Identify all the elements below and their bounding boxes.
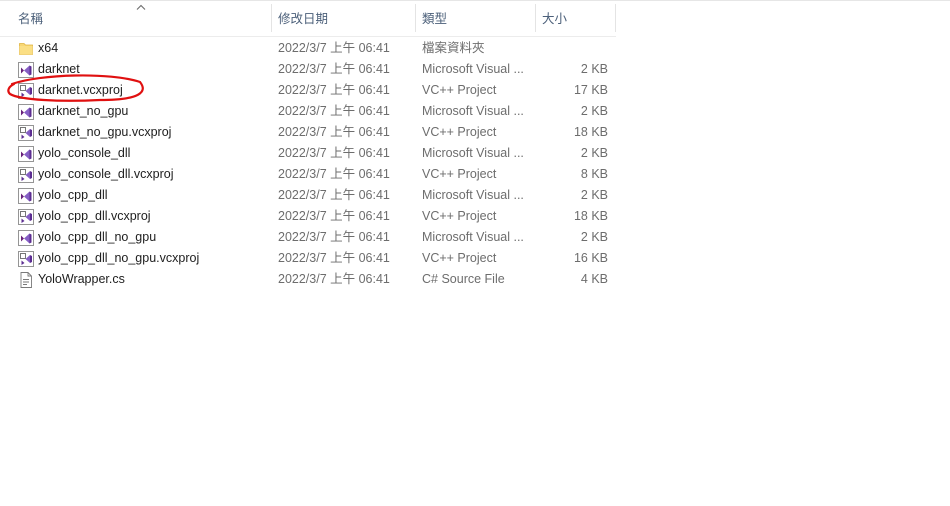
file-type: C# Source File xyxy=(422,272,505,286)
file-date: 2022/3/7 上午 06:41 xyxy=(278,188,390,202)
file-size: 18 KB xyxy=(573,209,608,223)
vcxproj-icon xyxy=(18,209,34,225)
visual-studio-solution-icon xyxy=(18,146,34,162)
file-date: 2022/3/7 上午 06:41 xyxy=(278,104,390,118)
file-size: 2 KB xyxy=(580,104,608,118)
file-type: Microsoft Visual ... xyxy=(422,188,524,202)
sort-ascending-icon xyxy=(136,4,146,10)
file-date: 2022/3/7 上午 06:41 xyxy=(278,167,390,181)
file-name: darknet_no_gpu.vcxproj xyxy=(38,125,172,139)
file-name: yolo_cpp_dll.vcxproj xyxy=(38,209,151,223)
file-date: 2022/3/7 上午 06:41 xyxy=(278,83,390,97)
file-size: 4 KB xyxy=(580,272,608,286)
file-name: YoloWrapper.cs xyxy=(38,272,125,286)
file-row[interactable]: YoloWrapper.cs 2022/3/7 上午 06:41 C# Sour… xyxy=(0,269,616,290)
visual-studio-solution-icon xyxy=(18,188,34,204)
column-divider[interactable] xyxy=(615,4,616,32)
file-name: yolo_console_dll xyxy=(38,146,131,160)
file-row[interactable]: yolo_cpp_dll_no_gpu 2022/3/7 上午 06:41 Mi… xyxy=(0,227,616,248)
file-date: 2022/3/7 上午 06:41 xyxy=(278,251,390,265)
file-size: 18 KB xyxy=(573,125,608,139)
file-date: 2022/3/7 上午 06:41 xyxy=(278,125,390,139)
file-row[interactable]: darknet.vcxproj 2022/3/7 上午 06:41 VC++ P… xyxy=(0,80,616,101)
file-size: 17 KB xyxy=(573,83,608,97)
file-name: yolo_cpp_dll_no_gpu.vcxproj xyxy=(38,251,200,265)
file-row[interactable]: darknet_no_gpu 2022/3/7 上午 06:41 Microso… xyxy=(0,101,616,122)
file-row[interactable]: yolo_cpp_dll 2022/3/7 上午 06:41 Microsoft… xyxy=(0,185,616,206)
file-size: 2 KB xyxy=(580,62,608,76)
file-name: yolo_console_dll.vcxproj xyxy=(38,167,174,181)
file-size: 8 KB xyxy=(580,167,608,181)
column-header-size[interactable]: 大小 xyxy=(536,0,615,36)
file-type: VC++ Project xyxy=(422,125,497,139)
column-header-type[interactable]: 類型 xyxy=(416,0,535,36)
column-header-name-label: 名稱 xyxy=(18,12,44,26)
file-date: 2022/3/7 上午 06:41 xyxy=(278,62,390,76)
file-size: 16 KB xyxy=(573,251,608,265)
file-row[interactable]: yolo_console_dll.vcxproj 2022/3/7 上午 06:… xyxy=(0,164,616,185)
column-header-type-label: 類型 xyxy=(422,12,448,26)
file-name: yolo_cpp_dll_no_gpu xyxy=(38,230,157,244)
file-type: VC++ Project xyxy=(422,251,497,265)
file-size: 2 KB xyxy=(580,230,608,244)
file-type: VC++ Project xyxy=(422,209,497,223)
file-date: 2022/3/7 上午 06:41 xyxy=(278,146,390,160)
file-row[interactable]: x64 2022/3/7 上午 06:41 檔案資料夾 xyxy=(0,38,616,59)
file-size: 2 KB xyxy=(580,188,608,202)
column-header-bar: 名稱 修改日期 類型 大小 xyxy=(0,0,616,37)
file-row[interactable]: yolo_cpp_dll_no_gpu.vcxproj 2022/3/7 上午 … xyxy=(0,248,616,269)
file-name: darknet_no_gpu xyxy=(38,104,129,118)
visual-studio-solution-icon xyxy=(18,104,34,120)
file-type: Microsoft Visual ... xyxy=(422,62,524,76)
file-type: VC++ Project xyxy=(422,83,497,97)
file-row[interactable]: yolo_cpp_dll.vcxproj 2022/3/7 上午 06:41 V… xyxy=(0,206,616,227)
column-header-date-label: 修改日期 xyxy=(278,12,329,26)
file-type: Microsoft Visual ... xyxy=(422,104,524,118)
file-size: 2 KB xyxy=(580,146,608,160)
file-name: darknet xyxy=(38,62,80,76)
file-row[interactable]: darknet 2022/3/7 上午 06:41 Microsoft Visu… xyxy=(0,59,616,80)
file-date: 2022/3/7 上午 06:41 xyxy=(278,272,390,286)
vcxproj-icon xyxy=(18,125,34,141)
file-date: 2022/3/7 上午 06:41 xyxy=(278,230,390,244)
file-name: darknet.vcxproj xyxy=(38,83,123,97)
file-name: yolo_cpp_dll xyxy=(38,188,108,202)
file-row[interactable]: darknet_no_gpu.vcxproj 2022/3/7 上午 06:41… xyxy=(0,122,616,143)
file-date: 2022/3/7 上午 06:41 xyxy=(278,41,390,55)
file-type: Microsoft Visual ... xyxy=(422,230,524,244)
folder-icon xyxy=(19,43,33,55)
vcxproj-icon xyxy=(18,83,34,99)
vcxproj-icon xyxy=(18,167,34,183)
file-type: 檔案資料夾 xyxy=(422,41,485,55)
file-row[interactable]: yolo_console_dll 2022/3/7 上午 06:41 Micro… xyxy=(0,143,616,164)
visual-studio-solution-icon xyxy=(18,62,34,78)
visual-studio-solution-icon xyxy=(18,230,34,246)
file-type: Microsoft Visual ... xyxy=(422,146,524,160)
column-header-size-label: 大小 xyxy=(542,12,568,26)
file-date: 2022/3/7 上午 06:41 xyxy=(278,209,390,223)
file-name: x64 xyxy=(38,41,59,55)
column-header-date[interactable]: 修改日期 xyxy=(272,0,415,36)
csharp-file-icon xyxy=(20,272,32,288)
file-type: VC++ Project xyxy=(422,167,497,181)
vcxproj-icon xyxy=(18,251,34,267)
